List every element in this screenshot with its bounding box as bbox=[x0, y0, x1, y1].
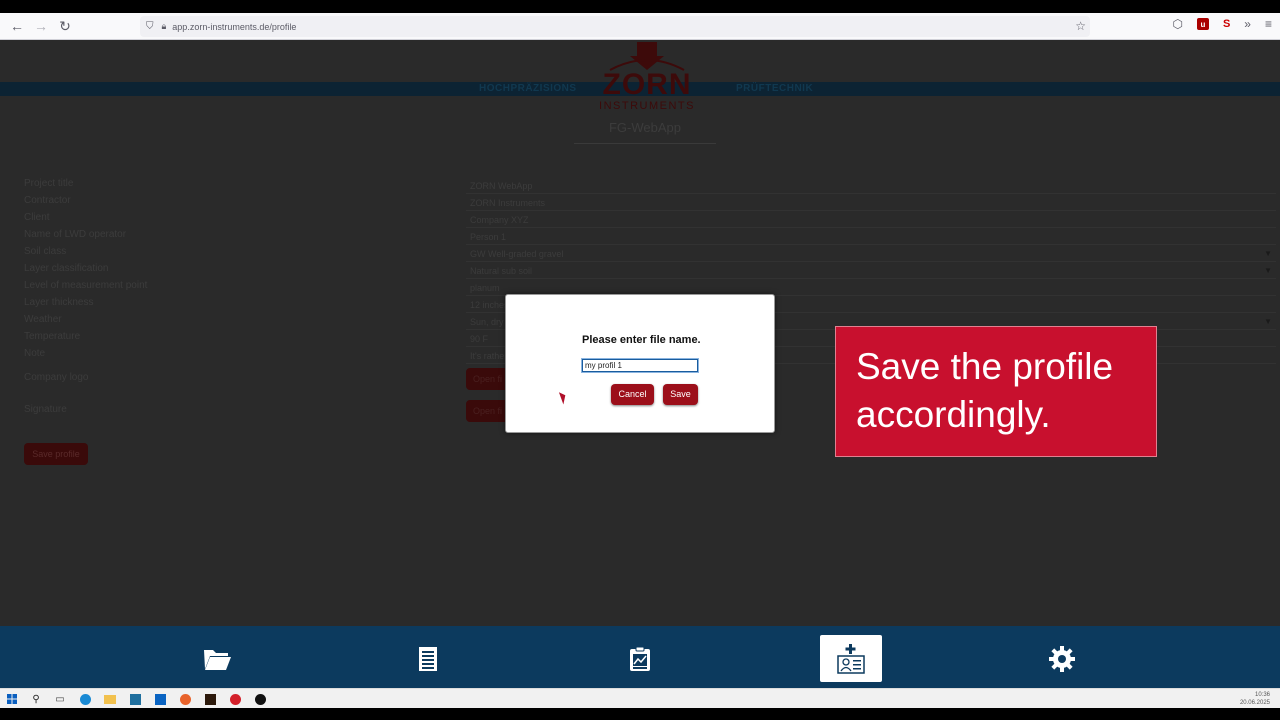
nav-add-profile[interactable] bbox=[820, 635, 882, 682]
open-company-logo-button[interactable]: Open fi bbox=[466, 368, 510, 390]
field-contractor[interactable]: ZORN Instruments bbox=[466, 195, 1276, 211]
gear-icon bbox=[1049, 645, 1075, 672]
dialog-title: Please enter file name. bbox=[582, 334, 701, 346]
top-letterbox bbox=[0, 0, 1280, 13]
label-layer-thickness: Layer thickness bbox=[24, 297, 94, 308]
zorn-logo: ZORN INSTRUMENTS bbox=[590, 42, 704, 112]
field-lwd-operator-value: Person 1 bbox=[470, 232, 507, 242]
nav-folder[interactable] bbox=[186, 635, 248, 682]
filename-dialog: Please enter file name. my profil 1 Canc… bbox=[505, 294, 775, 433]
bookmark-star-icon[interactable]: ☆ bbox=[1075, 19, 1086, 33]
bottom-navigation bbox=[0, 626, 1280, 688]
open-signature-button[interactable]: Open fi bbox=[466, 400, 510, 422]
folder-icon bbox=[204, 649, 231, 670]
select-soil-class[interactable]: GW Well-graded gravel ▼ bbox=[466, 246, 1276, 262]
field-measurement-level-value: planum bbox=[470, 283, 500, 293]
overflow-chevrons-icon[interactable]: » bbox=[1244, 17, 1251, 31]
browser-toolbar: ← → ↻ ⛉ 🔒︎ app.zorn-instruments.de/profi… bbox=[0, 13, 1280, 40]
outlook-icon[interactable] bbox=[153, 692, 167, 706]
profile-page: HOCHPRÄZISIONS PRÜFTECHNIK ZORN INSTRUME… bbox=[0, 40, 1280, 626]
s-extension-icon[interactable]: S bbox=[1223, 18, 1230, 30]
windows-taskbar: ⚲ ▭ 10:36 20.06.2025 bbox=[0, 688, 1280, 708]
firefox-icon[interactable] bbox=[178, 692, 192, 706]
instruction-callout: Save the profile accordingly. bbox=[835, 326, 1157, 457]
reload-icon[interactable]: ↻ bbox=[54, 15, 76, 37]
filename-input[interactable]: my profil 1 bbox=[581, 358, 699, 373]
logo-wordmark: ZORN bbox=[602, 68, 692, 101]
report-chart-icon bbox=[630, 646, 650, 671]
label-client: Client bbox=[24, 212, 50, 223]
app-title: FG-WebApp bbox=[574, 120, 716, 144]
edge-browser-icon[interactable] bbox=[78, 692, 92, 706]
field-note-value: It's rather bbox=[470, 351, 508, 361]
chevron-down-icon: ▼ bbox=[1264, 317, 1272, 326]
nav-settings[interactable] bbox=[1031, 635, 1093, 682]
tracking-shield-icon[interactable]: ⛉ bbox=[146, 21, 154, 32]
select-layer-classification-value: Natural sub soil bbox=[470, 266, 533, 276]
label-measurement-level: Level of measurement point bbox=[24, 280, 148, 291]
forward-icon[interactable]: → bbox=[30, 15, 52, 37]
field-project-title-value: ZORN WebApp bbox=[470, 181, 533, 191]
lock-icon[interactable]: 🔒︎ bbox=[162, 21, 167, 32]
label-weather: Weather bbox=[24, 314, 62, 325]
label-temperature: Temperature bbox=[24, 331, 81, 342]
address-bar[interactable]: ⛉ 🔒︎ app.zorn-instruments.de/profile ☆ bbox=[140, 16, 1090, 37]
app-icon[interactable] bbox=[128, 692, 142, 706]
label-note: Note bbox=[24, 348, 46, 359]
menu-icon[interactable]: ≡ bbox=[1265, 17, 1272, 31]
bottom-letterbox bbox=[0, 708, 1280, 720]
field-layer-thickness-value: 12 inches bbox=[470, 300, 509, 310]
field-lwd-operator[interactable]: Person 1 bbox=[466, 229, 1276, 245]
nav-report[interactable] bbox=[609, 635, 671, 682]
add-profile-icon bbox=[837, 643, 865, 674]
document-list-icon bbox=[419, 646, 437, 671]
label-signature: Signature bbox=[24, 404, 67, 415]
url-host: app.zorn-instruments.de bbox=[172, 21, 270, 32]
windows-start-icon[interactable] bbox=[5, 692, 19, 706]
label-soil-class: Soil class bbox=[24, 246, 67, 257]
field-temperature-value: 90 F bbox=[470, 334, 489, 344]
chevron-down-icon: ▼ bbox=[1264, 266, 1272, 275]
extensions-icon[interactable]: ⬡ bbox=[1172, 17, 1182, 31]
field-client[interactable]: Company XYZ bbox=[466, 212, 1276, 228]
file-explorer-icon[interactable] bbox=[103, 692, 117, 706]
clock-time: 10:36 bbox=[1254, 692, 1270, 698]
select-layer-classification[interactable]: Natural sub soil ▼ bbox=[466, 263, 1276, 279]
media-player-icon[interactable] bbox=[253, 692, 267, 706]
field-contractor-value: ZORN Instruments bbox=[470, 198, 546, 208]
system-clock[interactable]: 10:36 20.06.2025 bbox=[1240, 691, 1270, 707]
cancel-button[interactable]: Cancel bbox=[611, 384, 654, 405]
label-layer-classification: Layer classification bbox=[24, 263, 109, 274]
bridge-icon[interactable] bbox=[203, 692, 217, 706]
ublock-icon[interactable]: u bbox=[1196, 18, 1209, 30]
chevron-down-icon: ▼ bbox=[1264, 249, 1272, 258]
select-weather-value: Sun, dry bbox=[470, 317, 504, 327]
field-client-value: Company XYZ bbox=[470, 215, 529, 225]
task-view-icon[interactable]: ▭ bbox=[53, 692, 67, 706]
save-button[interactable]: Save bbox=[663, 384, 698, 405]
label-project-title: Project title bbox=[24, 178, 74, 189]
back-icon[interactable]: ← bbox=[6, 15, 28, 37]
callout-text: Save the profile accordingly. bbox=[856, 346, 1114, 435]
field-project-title[interactable]: ZORN WebApp bbox=[466, 178, 1276, 194]
nav-documents[interactable] bbox=[397, 635, 459, 682]
label-contractor: Contractor bbox=[24, 195, 71, 206]
search-icon[interactable]: ⚲ bbox=[29, 692, 43, 706]
logo-subtitle: INSTRUMENTS bbox=[599, 100, 695, 112]
header-left-label: HOCHPRÄZISIONS bbox=[479, 83, 577, 94]
url-path: /profile bbox=[269, 21, 297, 32]
record-icon[interactable] bbox=[228, 692, 242, 706]
label-company-logo: Company logo bbox=[24, 372, 89, 383]
clock-date: 20.06.2025 bbox=[1239, 700, 1270, 706]
label-lwd-operator: Name of LWD operator bbox=[24, 229, 127, 240]
save-profile-button[interactable]: Save profile bbox=[24, 443, 88, 465]
header-right-label: PRÜFTECHNIK bbox=[736, 83, 814, 94]
select-soil-class-value: GW Well-graded gravel bbox=[470, 249, 564, 259]
